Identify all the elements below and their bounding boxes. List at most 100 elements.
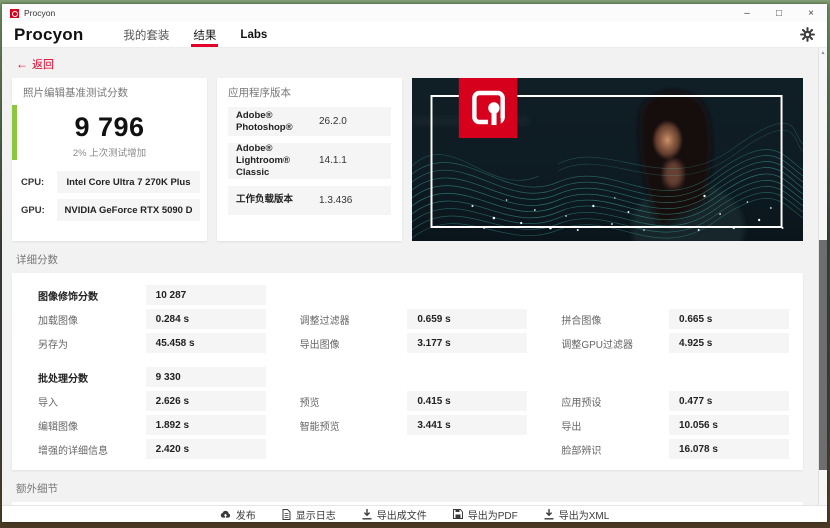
score-card-title: 照片编辑基准测试分数 <box>23 87 128 99</box>
show-log-label: 显示日志 <box>295 510 336 522</box>
version-value: 26.2.0 <box>319 116 347 127</box>
detail-label: 导出 <box>561 421 582 433</box>
detail-value: 0.415 s <box>407 391 528 411</box>
detail-row: 编辑图像 1.892 s <box>26 415 266 435</box>
scrollbar-thumb[interactable] <box>819 240 827 470</box>
detail-value: 1.892 s <box>145 415 266 435</box>
version-row: Adobe® Photoshop® 26.2.0 <box>228 107 391 136</box>
export-xml-button[interactable]: 导出为XML <box>544 507 610 522</box>
nav-bar: Procyon 我的套装 结果 Labs <box>2 22 827 48</box>
procyon-logo-badge <box>458 78 518 138</box>
maximize-button[interactable]: □ <box>763 4 795 22</box>
minimize-button[interactable]: – <box>731 4 763 22</box>
detail-row: 图像修饰分数 10 287 <box>26 285 266 305</box>
detail-label: 编辑图像 <box>38 421 78 433</box>
benchmark-score: 9 796 <box>74 112 145 142</box>
detail-value: 0.665 s <box>669 309 789 329</box>
window-title: Procyon <box>24 8 56 18</box>
detail-value: 9 330 <box>145 367 266 387</box>
publish-button[interactable]: 发布 <box>220 507 256 522</box>
detail-label: 图像修饰分数 <box>38 291 98 303</box>
detailed-scores-card: 图像修饰分数 10 287 加载图像 0.284 s 另存为 45.458 s <box>12 273 803 470</box>
export-file-label: 导出成文件 <box>376 510 427 522</box>
detail-label: 调整GPU过滤器 <box>561 339 633 351</box>
download-icon <box>362 508 372 519</box>
batch-section: 批处理分数 9 330 导入 2.626 s 编辑图像 1.892 s 增强的详… <box>26 367 789 463</box>
version-row: Adobe® Lightroom® Classic 14.1.1 <box>228 143 391 179</box>
details-section-title: 详细分数 <box>16 254 58 266</box>
back-label: 返回 <box>32 59 54 71</box>
procyon-app-icon <box>10 8 19 18</box>
detail-value: 4.925 s <box>669 333 789 353</box>
detail-row: 批处理分数 9 330 <box>26 367 266 387</box>
score-delta: 2% 上次测试增加 <box>72 148 147 159</box>
export-pdf-label: 导出为PDF <box>467 510 518 522</box>
benchmark-score-card: 照片编辑基准测试分数 9 796 2% 上次测试增加 CPU: Intel Co… <box>12 78 207 241</box>
version-row: 工作负载版本 1.3.436 <box>228 185 391 215</box>
detail-row: 导入 2.626 s <box>26 391 266 411</box>
close-button[interactable]: × <box>795 4 827 22</box>
show-log-button[interactable]: 显示日志 <box>282 507 336 522</box>
tab-labs[interactable]: Labs <box>228 22 279 47</box>
extra-details-card: 电源 连接插座 <box>12 502 803 505</box>
detail-row: 导出 10.056 s <box>549 415 789 435</box>
detail-value: 0.477 s <box>669 391 789 411</box>
window-controls: – □ × <box>731 4 827 22</box>
detail-row: 智能预览 3.441 s <box>288 415 528 435</box>
hero-image <box>412 78 803 241</box>
footer-toolbar: 发布 显示日志 导出成文件 导出为PDF 导出为XML <box>2 505 827 522</box>
version-value: 1.3.436 <box>319 194 353 206</box>
version-label: Adobe® Lightroom® Classic <box>236 143 290 178</box>
retouch-section: 图像修饰分数 10 287 加载图像 0.284 s 另存为 45.458 s <box>26 285 789 357</box>
gpu-value: NVIDIA GeForce RTX 5090 D <box>57 199 200 221</box>
detail-value: 10 287 <box>145 285 266 305</box>
scrollbar[interactable]: ▲ <box>818 48 827 505</box>
cpu-label: CPU: <box>21 176 45 188</box>
detail-row: 导出图像 3.177 s <box>288 333 528 353</box>
cpu-value: Intel Core Ultra 7 270K Plus <box>57 171 200 193</box>
detail-row: 另存为 45.458 s <box>26 333 266 353</box>
settings-gear-icon[interactable] <box>800 27 815 42</box>
cloud-upload-icon <box>220 510 230 519</box>
detail-row: 拼合图像 0.665 s <box>549 309 789 329</box>
detail-label: 应用预设 <box>561 397 602 409</box>
extra-section-title: 额外细节 <box>16 483 58 495</box>
detail-label: 智能预览 <box>299 421 340 433</box>
cpu-row: CPU: Intel Core Ultra 7 270K Plus <box>21 171 200 193</box>
app-window: Procyon – □ × Procyon 我的套装 结果 Labs ← 返回 <box>2 4 827 522</box>
detail-row: 加载图像 0.284 s <box>26 309 266 329</box>
export-pdf-button[interactable]: 导出为PDF <box>452 507 518 522</box>
title-bar: Procyon – □ × <box>2 4 827 22</box>
back-link[interactable]: ← 返回 <box>16 56 54 72</box>
versions-card-title: 应用程序版本 <box>228 87 291 99</box>
score-accent-bar <box>12 105 17 160</box>
detail-value: 16.078 s <box>669 439 789 459</box>
version-label: 工作负载版本 <box>236 194 294 206</box>
detail-label: 导出图像 <box>299 339 340 351</box>
detail-row: 应用预设 0.477 s <box>549 391 789 411</box>
detail-label: 导入 <box>38 397 58 409</box>
scrollbar-up-arrow[interactable]: ▲ <box>819 50 827 56</box>
detail-value: 2.626 s <box>145 391 266 411</box>
detail-row: 调整GPU过滤器 4.925 s <box>549 333 789 353</box>
detail-label: 批处理分数 <box>38 373 88 385</box>
detail-label: 拼合图像 <box>561 315 602 327</box>
detail-value: 0.659 s <box>407 309 528 329</box>
detail-label: 加载图像 <box>38 315 78 327</box>
detail-row: 增强的详细信息 2.420 s <box>26 439 266 459</box>
detail-label: 另存为 <box>38 339 68 351</box>
brand-logo: Procyon <box>14 24 84 44</box>
version-label: Adobe® Photoshop® <box>236 109 293 133</box>
export-file-button[interactable]: 导出成文件 <box>362 507 427 522</box>
detail-label: 预览 <box>299 397 320 409</box>
detail-row: 调整过滤器 0.659 s <box>288 309 528 329</box>
gpu-row: GPU: NVIDIA GeForce RTX 5090 D <box>21 199 200 221</box>
tab-results[interactable]: 结果 <box>181 22 228 47</box>
export-xml-label: 导出为XML <box>558 510 610 522</box>
app-versions-card: 应用程序版本 Adobe® Photoshop® 26.2.0 Adobe® L… <box>217 78 402 241</box>
download-icon <box>544 508 554 519</box>
gpu-label: GPU: <box>21 204 45 216</box>
tab-my-suites[interactable]: 我的套装 <box>111 22 181 47</box>
detail-label: 脸部辨识 <box>561 445 602 457</box>
detail-row: 脸部辨识 16.078 s <box>549 439 789 459</box>
